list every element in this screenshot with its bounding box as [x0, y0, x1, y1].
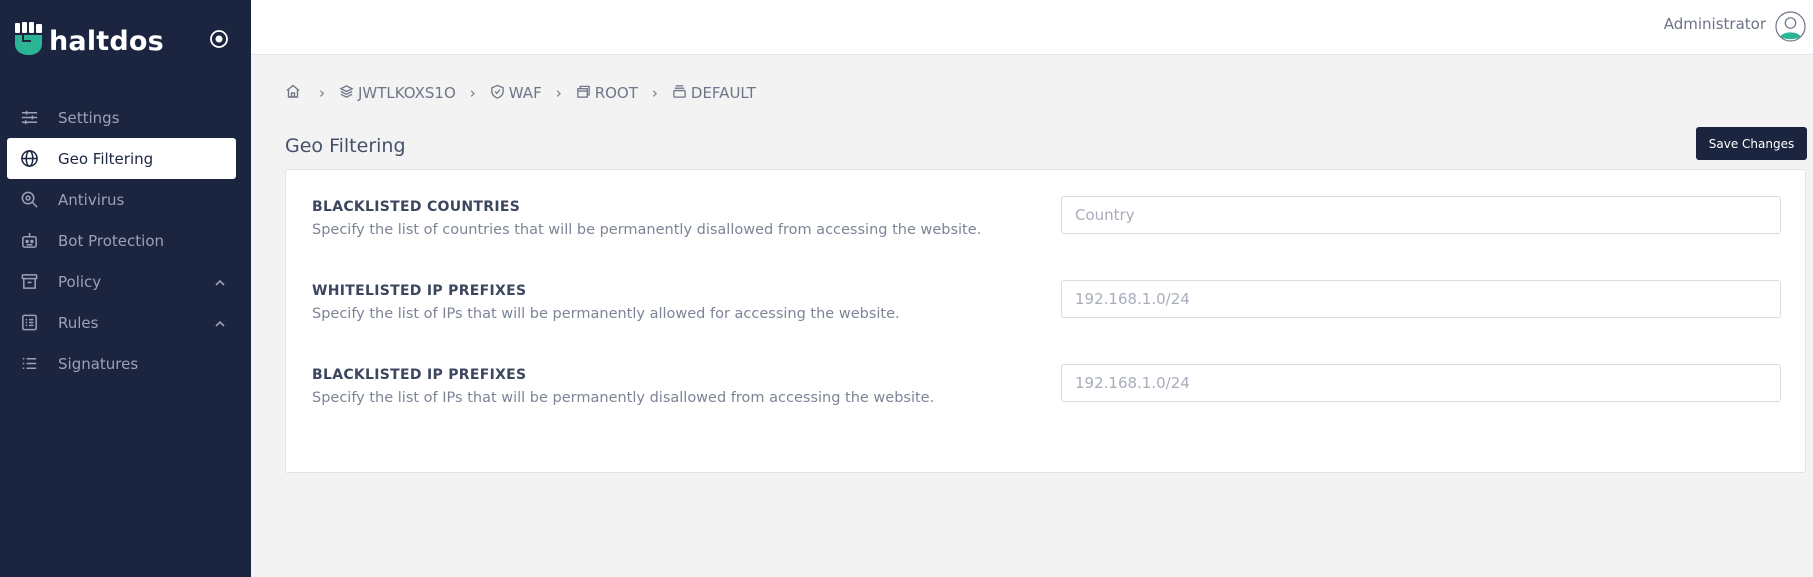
breadcrumb-separator: ›	[555, 84, 562, 102]
setting-label: BLACKLISTED IP PREFIXES	[312, 367, 527, 383]
sidebar-item-label: Settings	[58, 108, 120, 127]
breadcrumb-item[interactable]: WAF	[490, 84, 542, 103]
setting-label: BLACKLISTED COUNTRIES	[312, 199, 521, 215]
settings-card: BLACKLISTED COUNTRIES Specify the list o…	[285, 169, 1806, 473]
list-icon	[19, 354, 39, 374]
stack-icon	[339, 84, 358, 103]
breadcrumb-label: JWTLKOXS1O	[358, 84, 456, 102]
whitelisted-ip-prefixes-input[interactable]	[1061, 280, 1781, 318]
sidebar-nav: Settings Geo Filtering Antivirus Bot Pro…	[7, 97, 236, 384]
sidebar-item-label: Signatures	[58, 354, 139, 373]
sidebar-item-settings[interactable]: Settings	[7, 97, 236, 138]
home-icon	[285, 83, 305, 103]
globe-icon	[19, 149, 39, 169]
setting-description: Specify the list of IPs that will be per…	[312, 390, 935, 406]
page-title: Geo Filtering	[285, 135, 406, 157]
breadcrumb-label: WAF	[508, 84, 542, 102]
robot-icon	[19, 231, 39, 251]
user-name[interactable]: Administrator	[1664, 15, 1766, 33]
sidebar-item-label: Antivirus	[58, 190, 125, 209]
setting-row-blacklisted-countries: BLACKLISTED COUNTRIES Specify the list o…	[312, 196, 1781, 259]
top-bar: Administrator	[251, 0, 1813, 55]
breadcrumb-separator: ›	[469, 84, 476, 102]
setting-label: WHITELISTED IP PREFIXES	[312, 283, 527, 299]
stack-box-icon	[672, 84, 691, 103]
blacklisted-countries-input[interactable]	[1061, 196, 1781, 234]
setting-row-whitelisted-ip-prefixes: WHITELISTED IP PREFIXES Specify the list…	[312, 280, 1781, 343]
setting-description: Specify the list of IPs that will be per…	[312, 306, 900, 322]
sidebar: haltdos Settings Geo Filtering Antivirus	[0, 0, 251, 577]
fist-logo-icon	[14, 22, 44, 60]
breadcrumb-item[interactable]: ROOT	[576, 84, 638, 103]
shield-check-icon	[490, 84, 509, 103]
breadcrumb-label: DEFAULT	[690, 84, 756, 102]
archive-icon	[19, 272, 39, 292]
breadcrumb: › JWTLKOXS1O › WAF › ROOT › DEFAULT	[285, 83, 756, 103]
sidebar-item-geo-filtering[interactable]: Geo Filtering	[7, 138, 236, 179]
search-bug-icon	[19, 190, 39, 210]
user-avatar-icon[interactable]	[1775, 11, 1806, 42]
breadcrumb-home[interactable]	[285, 83, 305, 103]
sidebar-item-label: Geo Filtering	[58, 149, 154, 168]
breadcrumb-separator: ›	[319, 84, 325, 102]
brand-logo[interactable]: haltdos	[14, 22, 164, 60]
sidebar-item-label: Bot Protection	[58, 231, 165, 250]
breadcrumb-item[interactable]: DEFAULT	[672, 84, 756, 103]
sidebar-item-label: Policy	[58, 272, 102, 291]
sidebar-item-signatures[interactable]: Signatures	[7, 343, 236, 384]
setting-row-blacklisted-ip-prefixes: BLACKLISTED IP PREFIXES Specify the list…	[312, 364, 1781, 427]
sidebar-item-antivirus[interactable]: Antivirus	[7, 179, 236, 220]
sidebar-item-bot-protection[interactable]: Bot Protection	[7, 220, 236, 261]
breadcrumb-separator: ›	[651, 84, 658, 102]
chevron-up-icon[interactable]	[214, 275, 226, 287]
windows-icon	[576, 84, 595, 103]
sidebar-toggle-icon[interactable]	[209, 29, 229, 49]
sidebar-item-label: Rules	[58, 313, 99, 332]
save-changes-button[interactable]: Save Changes	[1696, 127, 1807, 160]
brand-name: haltdos	[49, 25, 164, 57]
sidebar-item-policy[interactable]: Policy	[7, 261, 236, 302]
list-checks-icon	[19, 313, 39, 333]
sidebar-item-rules[interactable]: Rules	[7, 302, 236, 343]
breadcrumb-label: ROOT	[594, 84, 638, 102]
setting-description: Specify the list of countries that will …	[312, 222, 982, 238]
chevron-up-icon[interactable]	[214, 316, 226, 328]
sliders-icon	[19, 108, 39, 128]
breadcrumb-item[interactable]: JWTLKOXS1O	[339, 84, 456, 103]
blacklisted-ip-prefixes-input[interactable]	[1061, 364, 1781, 402]
